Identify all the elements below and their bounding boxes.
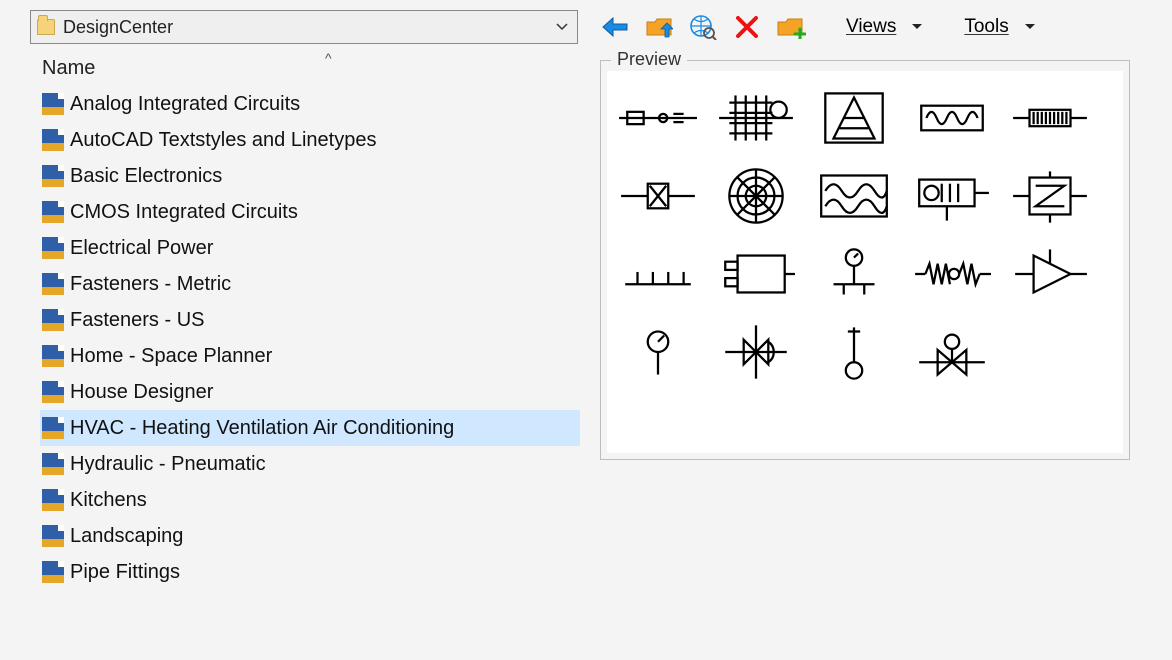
dwg-file-icon — [42, 489, 64, 511]
list-item[interactable]: Fasteners - US — [40, 302, 580, 338]
hvac-compressor[interactable] — [909, 161, 995, 231]
list-item[interactable]: Basic Electronics — [40, 158, 580, 194]
dwg-file-icon — [42, 453, 64, 475]
list-item[interactable]: Pipe Fittings — [40, 554, 580, 590]
hvac-cross-valve[interactable] — [713, 317, 799, 387]
list-item[interactable]: Electrical Power — [40, 230, 580, 266]
dwg-file-icon — [42, 165, 64, 187]
dwg-file-icon — [42, 201, 64, 223]
hvac-coil-box[interactable] — [909, 83, 995, 153]
list-item-label: Electrical Power — [70, 237, 213, 260]
dwg-file-icon — [42, 309, 64, 331]
globe-search-icon[interactable] — [688, 12, 718, 42]
list-item[interactable]: Analog Integrated Circuits — [40, 86, 580, 122]
back-arrow-icon[interactable] — [600, 12, 630, 42]
list-item-label: House Designer — [70, 381, 213, 404]
list-item-label: Landscaping — [70, 525, 183, 548]
hvac-exchanger[interactable] — [1007, 161, 1093, 231]
preview-canvas — [607, 71, 1123, 453]
hvac-filter-inline[interactable] — [615, 161, 701, 231]
hvac-plug-unit[interactable] — [713, 239, 799, 309]
menu-bar: Views Tools — [842, 16, 1037, 38]
hvac-sensor[interactable] — [811, 317, 897, 387]
list-item[interactable]: House Designer — [40, 374, 580, 410]
tools-menu[interactable]: Tools — [960, 16, 1012, 38]
list-item[interactable]: Fasteners - Metric — [40, 266, 580, 302]
hvac-pyramid-unit[interactable] — [811, 83, 897, 153]
preview-title: Preview — [611, 49, 687, 70]
column-name: Name — [42, 57, 95, 80]
views-menu[interactable]: Views — [842, 16, 900, 38]
list-item-label: Fasteners - Metric — [70, 273, 231, 296]
dwg-file-icon — [42, 381, 64, 403]
views-caret-icon[interactable] — [910, 20, 924, 34]
hvac-damper[interactable] — [615, 83, 701, 153]
list-item[interactable]: Kitchens — [40, 482, 580, 518]
toolbar-icons — [600, 12, 806, 42]
hvac-amplifier[interactable] — [1007, 239, 1093, 309]
list-item-label: Hydraulic - Pneumatic — [70, 453, 266, 476]
dwg-file-icon — [42, 345, 64, 367]
dwg-file-icon — [42, 417, 64, 439]
list-item[interactable]: HVAC - Heating Ventilation Air Condition… — [40, 410, 580, 446]
dwg-file-icon — [42, 561, 64, 583]
dwg-file-icon — [42, 273, 64, 295]
folder-new-icon[interactable] — [776, 12, 806, 42]
tools-menu-label: Tools — [964, 16, 1008, 37]
dwg-file-icon — [42, 129, 64, 151]
list-item-label: Analog Integrated Circuits — [70, 93, 300, 116]
list-item-label: CMOS Integrated Circuits — [70, 201, 298, 224]
list-item-label: Fasteners - US — [70, 309, 204, 332]
delete-x-icon[interactable] — [732, 12, 762, 42]
list-item-label: Pipe Fittings — [70, 561, 180, 584]
preview-panel: Preview — [600, 60, 1130, 460]
list-item[interactable]: Hydraulic - Pneumatic — [40, 446, 580, 482]
list-item-label: Basic Electronics — [70, 165, 222, 188]
list-item-label: Kitchens — [70, 489, 147, 512]
views-menu-label: Views — [846, 16, 896, 37]
file-list: Analog Integrated Circuits AutoCAD Textst… — [40, 86, 580, 590]
folder-up-icon[interactable] — [644, 12, 674, 42]
list-item[interactable]: CMOS Integrated Circuits — [40, 194, 580, 230]
hvac-tray[interactable] — [615, 239, 701, 309]
list-item-label: AutoCAD Textstyles and Linetypes — [70, 129, 376, 152]
list-item[interactable]: AutoCAD Textstyles and Linetypes — [40, 122, 580, 158]
hvac-resistor[interactable] — [1007, 83, 1093, 153]
list-item-label: Home - Space Planner — [70, 345, 272, 368]
list-item[interactable]: Landscaping — [40, 518, 580, 554]
file-list-panel: Name ^ Analog Integrated Circuits AutoCAD… — [40, 50, 580, 590]
hvac-butterfly-valve[interactable] — [909, 317, 995, 387]
folder-icon — [37, 19, 55, 35]
dwg-file-icon — [42, 237, 64, 259]
list-header[interactable]: Name ^ — [40, 50, 580, 86]
hvac-spring-inline[interactable] — [909, 239, 995, 309]
tools-caret-icon[interactable] — [1023, 20, 1037, 34]
list-item-label: HVAC - Heating Ventilation Air Condition… — [70, 417, 454, 440]
hvac-round-grill[interactable] — [713, 161, 799, 231]
hvac-grid-fan[interactable] — [713, 83, 799, 153]
content-area: Name ^ Analog Integrated Circuits AutoCAD… — [0, 50, 1172, 590]
sort-ascending-icon: ^ — [325, 50, 332, 66]
dwg-file-icon — [42, 93, 64, 115]
hvac-wave-box[interactable] — [811, 161, 897, 231]
chevron-down-icon — [555, 20, 569, 34]
path-label: DesignCenter — [63, 17, 555, 38]
hvac-gauge-valve[interactable] — [811, 239, 897, 309]
hvac-dial[interactable] — [615, 317, 701, 387]
toolbar: DesignCenter — [0, 0, 1172, 50]
list-item[interactable]: Home - Space Planner — [40, 338, 580, 374]
dwg-file-icon — [42, 525, 64, 547]
path-dropdown[interactable]: DesignCenter — [30, 10, 578, 44]
